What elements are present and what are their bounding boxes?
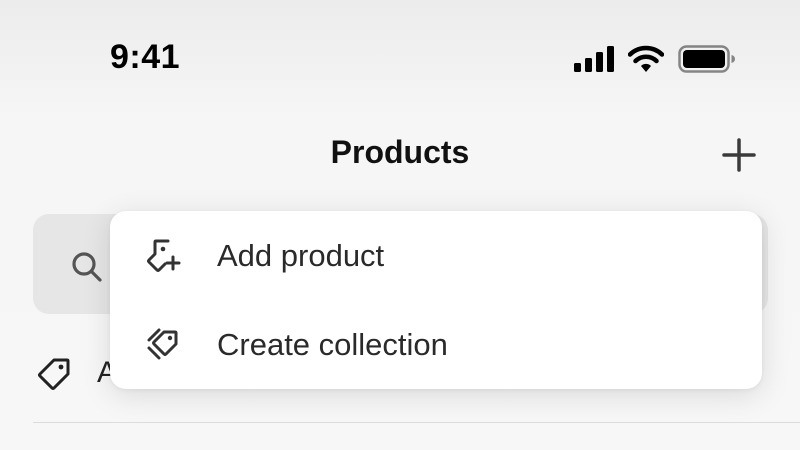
plus-icon [722, 138, 756, 172]
menu-item-create-collection[interactable]: Create collection [110, 300, 762, 389]
menu-item-label: Create collection [217, 326, 448, 362]
menu-item-add-product[interactable]: Add product [110, 211, 762, 300]
cellular-signal-icon [574, 46, 614, 72]
status-time: 9:41 [110, 38, 181, 76]
add-menu: Add product Create collection [110, 211, 762, 389]
tag-plus-icon [147, 239, 181, 272]
products-screen: 9:41 Products A Add product Create colle… [0, 0, 800, 450]
tag-icon [38, 358, 70, 390]
list-divider [33, 422, 800, 423]
tags-collection-icon [147, 328, 178, 360]
search-icon [72, 252, 102, 282]
page-title: Products [330, 134, 470, 170]
menu-item-label: Add product [217, 237, 385, 273]
battery-icon [678, 45, 735, 73]
wifi-icon [628, 45, 664, 72]
add-button[interactable] [718, 134, 760, 176]
status-icons [574, 44, 736, 74]
